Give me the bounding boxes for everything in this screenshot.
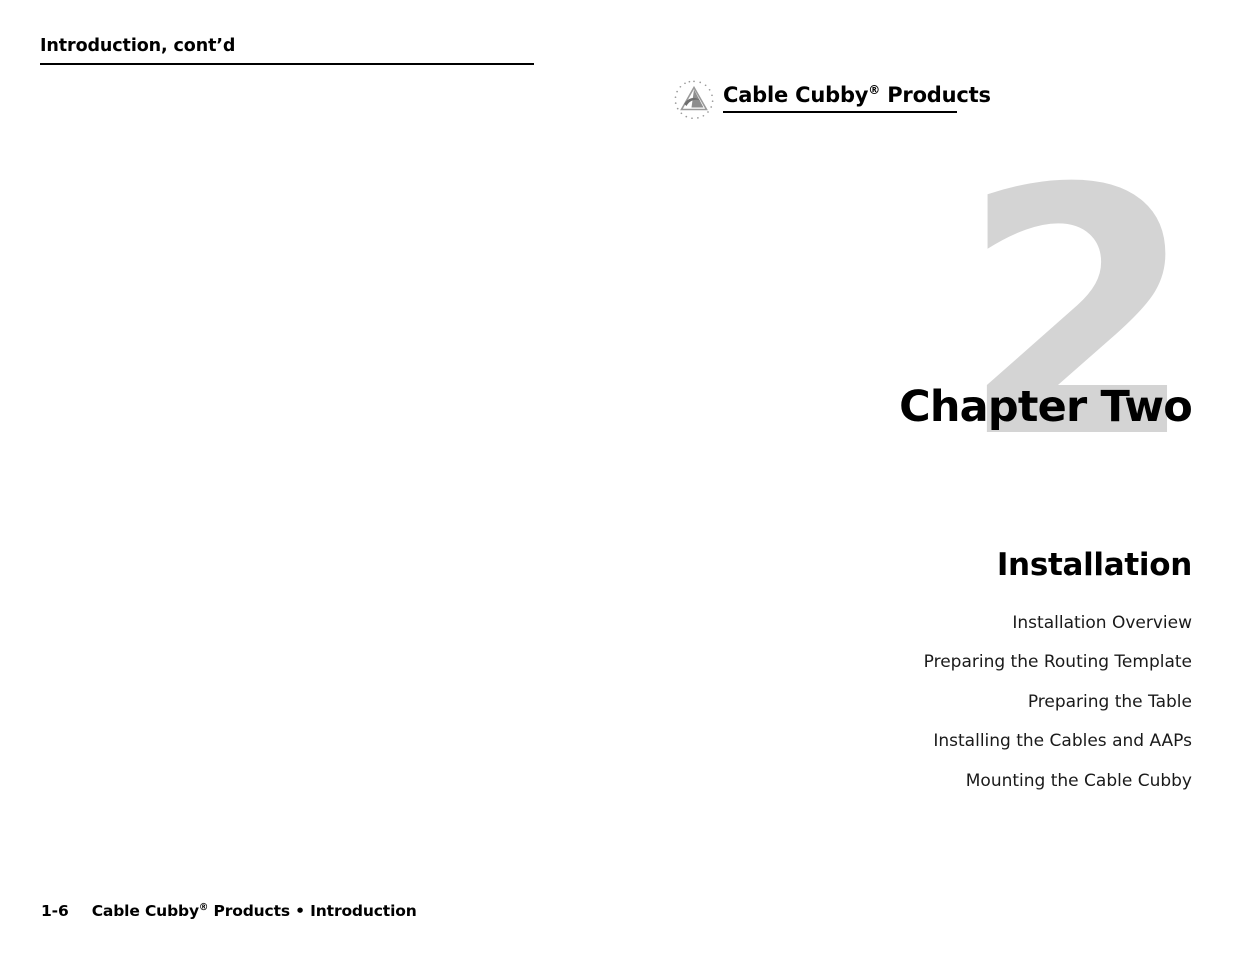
extron-circular-emblem-logo bbox=[672, 78, 716, 122]
chapter-section-title: Installation bbox=[996, 547, 1192, 583]
list-item: Preparing the Routing Template bbox=[923, 652, 1192, 673]
chapter-contents-list: Installation Overview Preparing the Rout… bbox=[672, 613, 1192, 791]
product-title-main: Cable Cubby bbox=[723, 83, 869, 107]
product-title: Cable Cubby® Products bbox=[723, 83, 991, 107]
product-banner: Cable Cubby® Products bbox=[672, 78, 991, 122]
running-head-title: Introduction, cont’d bbox=[40, 36, 236, 56]
product-banner-text: Cable Cubby® Products bbox=[723, 83, 991, 114]
product-title-rule bbox=[723, 111, 957, 114]
footer-document-suffix: Products • Introduction bbox=[208, 902, 417, 920]
running-head: Introduction, cont’d bbox=[40, 36, 534, 65]
list-item: Installing the Cables and AAPs bbox=[933, 731, 1192, 752]
footer-document-main: Cable Cubby bbox=[91, 902, 199, 920]
list-item: Preparing the Table bbox=[1027, 691, 1192, 712]
product-title-suffix: Products bbox=[880, 83, 991, 107]
list-item: Mounting the Cable Cubby bbox=[965, 770, 1192, 791]
footer-page-number: 1-6 bbox=[41, 902, 69, 920]
registered-mark-icon: ® bbox=[868, 83, 881, 97]
list-item: Installation Overview bbox=[1012, 613, 1192, 633]
page-footer: 1-6 Cable Cubby® Products • Introduction bbox=[41, 902, 417, 920]
chapter-label: Chapter Two bbox=[899, 382, 1193, 432]
running-head-rule bbox=[40, 63, 534, 65]
registered-mark-icon: ® bbox=[198, 901, 209, 913]
footer-document-title: Cable Cubby® Products • Introduction bbox=[92, 902, 417, 920]
